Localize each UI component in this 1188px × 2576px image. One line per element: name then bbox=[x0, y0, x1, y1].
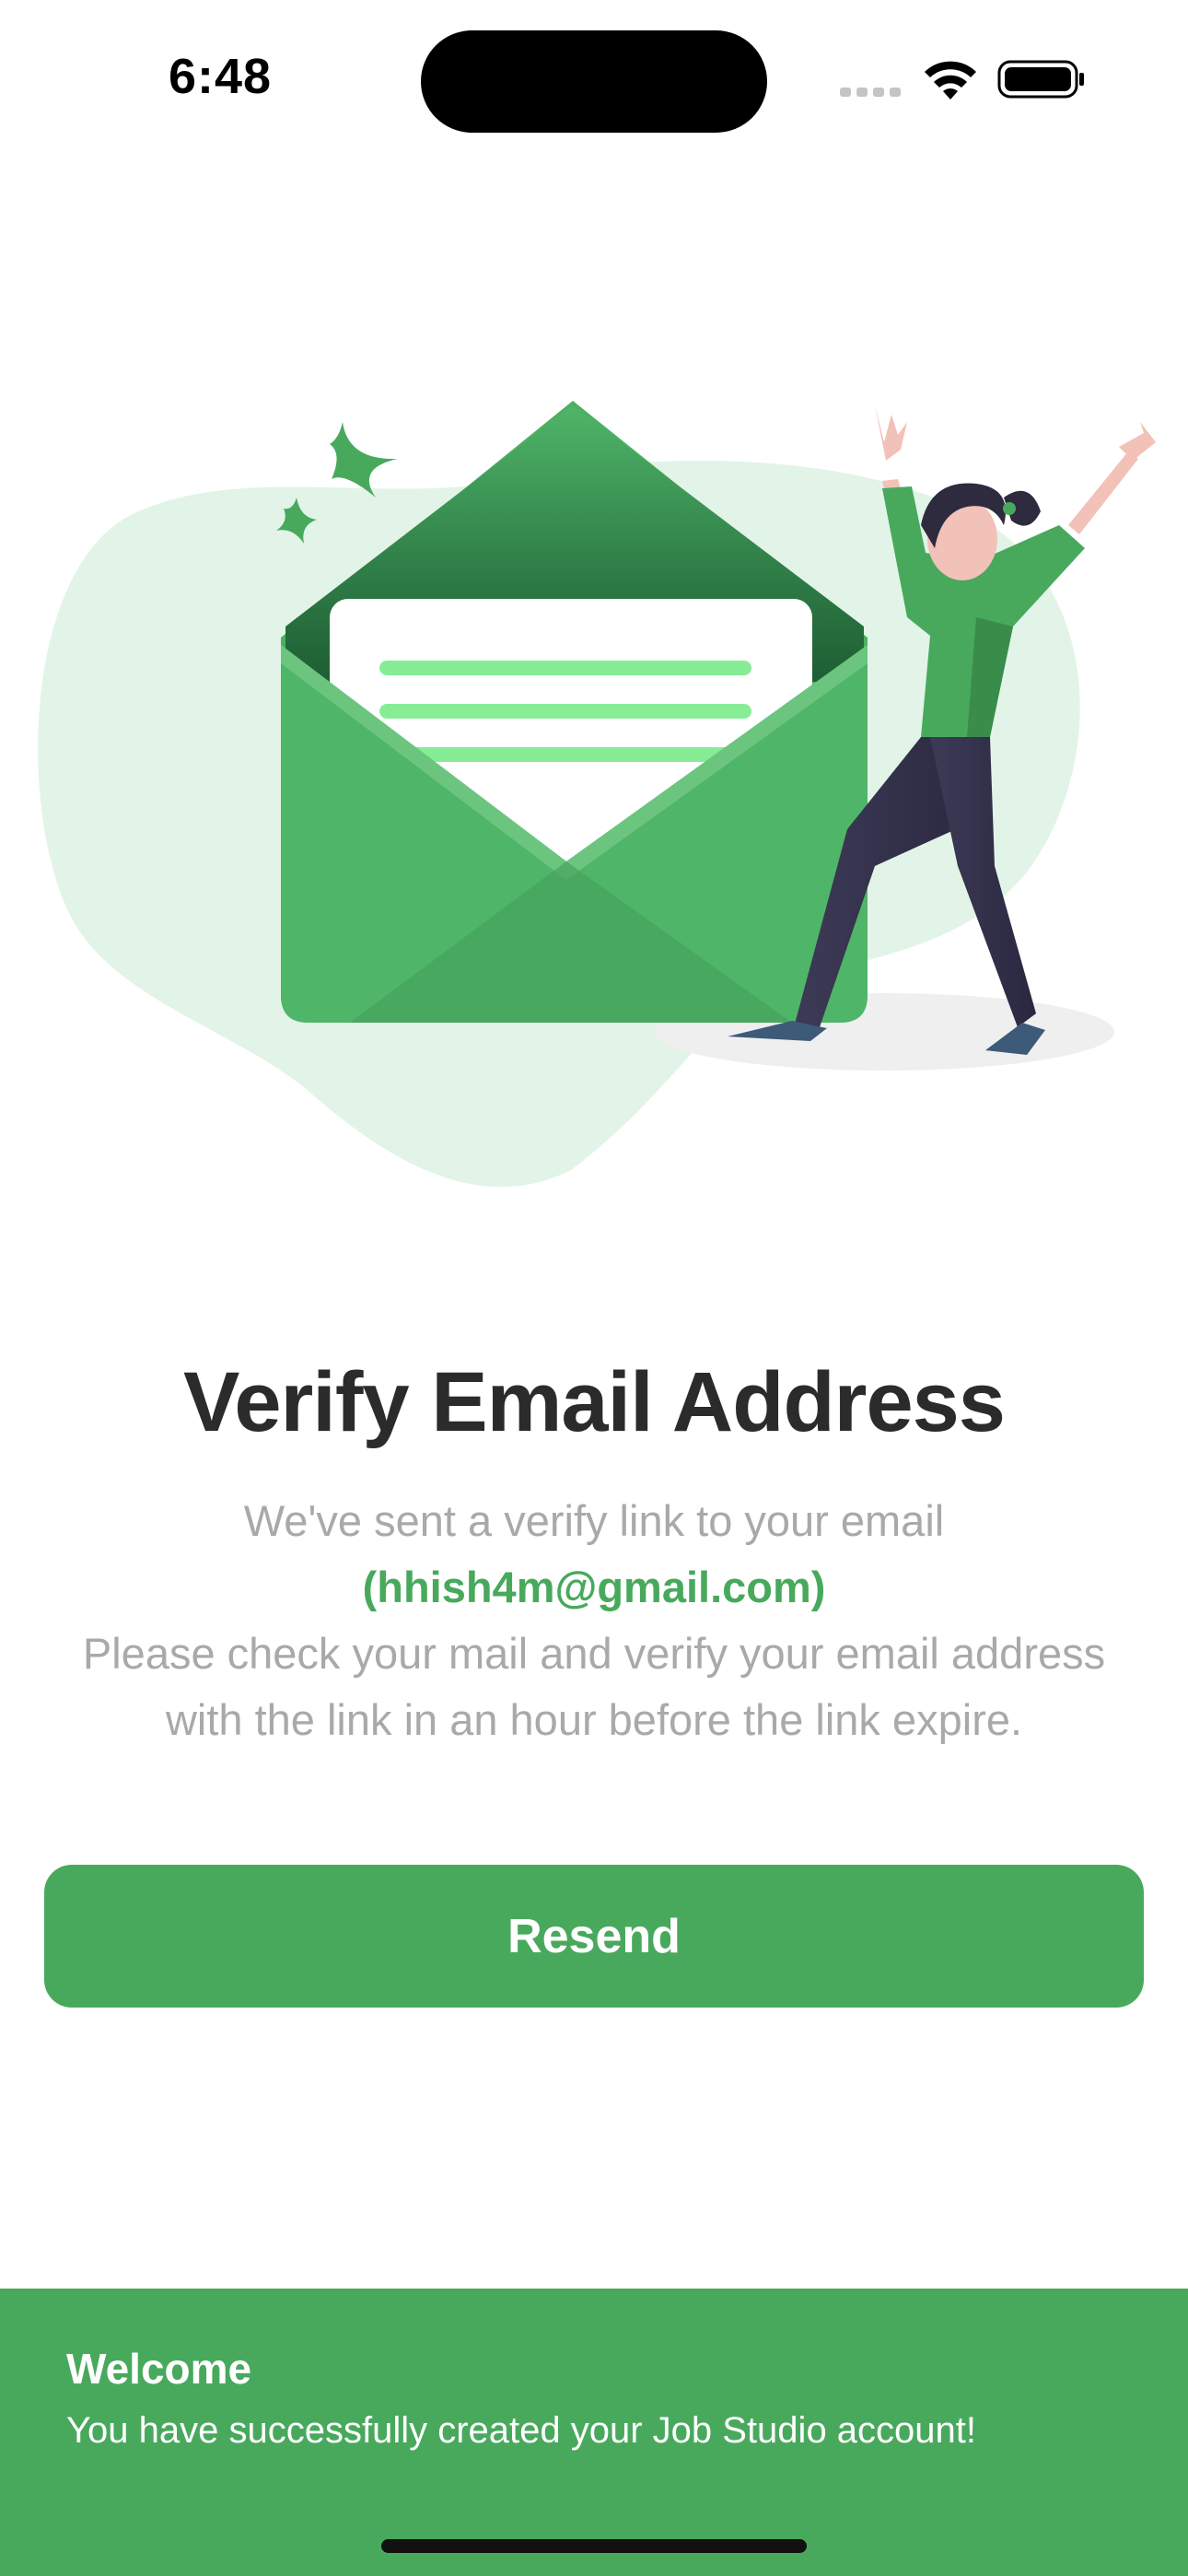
sparkle-large-icon bbox=[330, 422, 398, 498]
check-mail-text: Please check your mail and verify your e… bbox=[82, 1629, 1106, 1678]
wifi-icon bbox=[925, 61, 976, 100]
email-address: (hhish4m@gmail.com) bbox=[362, 1563, 826, 1611]
toast-title: Welcome bbox=[66, 2345, 252, 2393]
verification-description: We've sent a verify link to your email (… bbox=[37, 1488, 1151, 1753]
page-title: Verify Email Address bbox=[183, 1355, 1006, 1449]
home-indicator[interactable] bbox=[381, 2539, 807, 2553]
battery-icon bbox=[997, 60, 1084, 99]
resend-button[interactable]: Resend bbox=[44, 1865, 1144, 2008]
status-bar: 6:48 bbox=[0, 0, 1188, 157]
link-expiry-text: with the link in an hour before the link… bbox=[165, 1695, 1023, 1744]
cellular-signal-icon bbox=[840, 85, 906, 98]
status-time: 6:48 bbox=[169, 49, 273, 104]
welcome-toast[interactable]: Welcome You have successfully created yo… bbox=[0, 2289, 1188, 2576]
toast-message: You have successfully created your Job S… bbox=[66, 2410, 977, 2451]
email-verification-illustration bbox=[38, 401, 1156, 1188]
sent-link-text: We've sent a verify link to your email bbox=[243, 1496, 945, 1545]
dynamic-island bbox=[421, 30, 767, 133]
